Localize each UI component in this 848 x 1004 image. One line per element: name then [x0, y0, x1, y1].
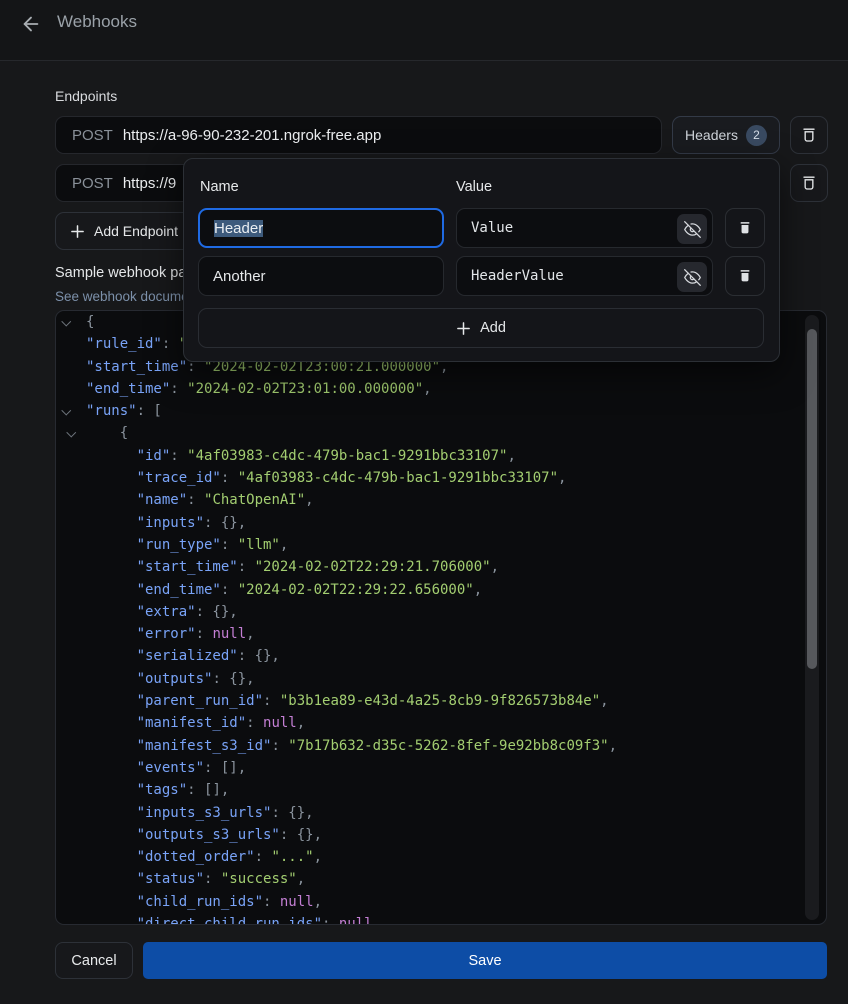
page-title: Webhooks: [57, 12, 137, 32]
header-value-text: Value: [471, 220, 513, 236]
trash-icon: [736, 219, 754, 237]
sample-payload-code-block[interactable]: {"rule_id": "...","start_time": "2024-02…: [55, 310, 827, 925]
header-name-value: Another: [213, 268, 266, 285]
endpoint-url-input[interactable]: POST https://a-96-90-232-201.ngrok-free.…: [55, 116, 662, 154]
header-name-input[interactable]: Header: [198, 208, 444, 248]
header-value-text: HeaderValue: [471, 268, 564, 284]
arrow-left-icon: [20, 13, 42, 35]
toggle-visibility-button[interactable]: [677, 262, 707, 292]
trash-icon: [736, 267, 754, 285]
header-value-input[interactable]: Value: [456, 208, 713, 248]
headers-button[interactable]: Headers 2: [672, 116, 780, 154]
name-column-header: Name: [200, 179, 239, 195]
endpoint-url-value: https://9: [123, 175, 176, 192]
plus-icon: [70, 224, 85, 239]
header-value-input[interactable]: HeaderValue: [456, 256, 713, 296]
header-name-input[interactable]: Another: [198, 256, 444, 296]
endpoints-label: Endpoints: [55, 88, 117, 104]
value-column-header: Value: [456, 179, 492, 195]
cancel-button-label: Cancel: [71, 953, 116, 969]
delete-header-button[interactable]: [725, 208, 765, 248]
http-method-label: POST: [72, 175, 113, 192]
http-method-label: POST: [72, 127, 113, 144]
delete-header-button[interactable]: [725, 256, 765, 296]
code-lines: {"rule_id": "...","start_time": "2024-02…: [56, 311, 826, 925]
endpoint-url-value: https://a-96-90-232-201.ngrok-free.app: [123, 127, 382, 144]
save-button-label: Save: [468, 953, 501, 969]
cancel-button[interactable]: Cancel: [55, 942, 133, 979]
add-header-label: Add: [480, 320, 506, 336]
trash-icon: [799, 125, 819, 145]
toggle-visibility-button[interactable]: [677, 214, 707, 244]
add-endpoint-label: Add Endpoint: [94, 223, 178, 239]
eye-off-icon: [684, 221, 701, 238]
headers-count-badge: 2: [746, 125, 767, 146]
delete-endpoint-button[interactable]: [790, 116, 828, 154]
plus-icon: [456, 321, 471, 336]
webhooks-screen: Webhooks Endpoints POST https://a-96-90-…: [0, 0, 848, 1004]
scrollbar-thumb[interactable]: [807, 329, 817, 669]
header-name-value: Header: [214, 220, 263, 237]
top-bar: Webhooks: [0, 0, 848, 61]
save-button[interactable]: Save: [143, 942, 827, 979]
headers-button-label: Headers: [685, 127, 738, 143]
eye-off-icon: [684, 269, 701, 286]
back-button[interactable]: [18, 11, 44, 37]
delete-endpoint-button[interactable]: [790, 164, 828, 202]
trash-icon: [799, 173, 819, 193]
add-header-button[interactable]: Add: [198, 308, 764, 348]
headers-popup: Name Value Header Value Another HeaderVa…: [183, 158, 780, 362]
